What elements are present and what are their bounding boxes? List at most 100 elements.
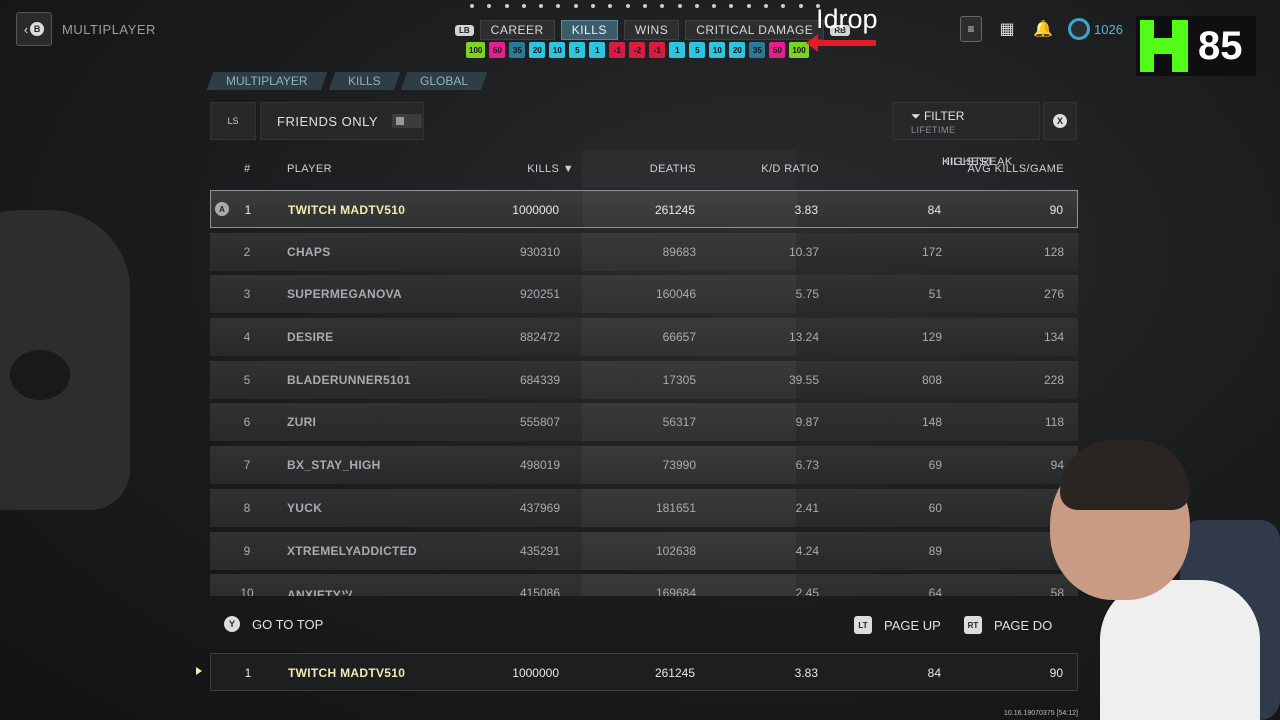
game-screen: ‹ B MULTIPLAYER LB CAREER KILLS WINS CRI… bbox=[0, 0, 1280, 720]
row-avg-kills: 276 bbox=[1043, 287, 1064, 302]
breadcrumb-multiplayer[interactable]: MULTIPLAYER bbox=[206, 72, 327, 90]
table-row[interactable]: A 1 TWITCH MADTV510 1000000 261245 3.83 84 90 bbox=[210, 190, 1078, 228]
rt-key-icon: RT bbox=[964, 616, 982, 634]
row-kd: 4.24 bbox=[795, 543, 819, 558]
row-player-name: ZURI bbox=[287, 415, 317, 430]
row-kills: 684339 bbox=[519, 372, 560, 387]
tab-career[interactable]: CAREER bbox=[479, 20, 555, 40]
row-kills: 415086 bbox=[519, 586, 560, 596]
friends-only-toggle[interactable]: FRIENDS ONLY bbox=[260, 102, 424, 140]
header-kills[interactable]: KILLS ▼ bbox=[527, 163, 574, 175]
ls-button[interactable]: LS bbox=[210, 102, 256, 140]
streamer-webcam bbox=[1040, 440, 1280, 720]
row-rank: 8 bbox=[243, 500, 251, 515]
row-avg-kills: 90 bbox=[1049, 203, 1063, 217]
row-deaths: 73990 bbox=[662, 458, 696, 473]
stat-tabs: LB CAREER KILLS WINS CRITICAL DAMAGE RB bbox=[455, 20, 850, 40]
header-player[interactable]: PLAYER bbox=[287, 163, 332, 175]
row-highest-killstreak: 148 bbox=[921, 415, 942, 430]
row-kills: 435291 bbox=[519, 543, 560, 558]
row-player-name: DESIRE bbox=[287, 330, 334, 345]
row-rank: 1 bbox=[244, 203, 252, 217]
chevron-left-icon: ‹ bbox=[23, 21, 29, 37]
row-deaths: 160046 bbox=[655, 287, 696, 302]
go-to-top-button[interactable]: Y GO TO TOP bbox=[224, 616, 323, 632]
kick-count: 85 bbox=[1198, 23, 1243, 68]
my-highest-killstreak: 84 bbox=[927, 666, 941, 680]
footer-controls: Y GO TO TOP LT PAGE UP RT PAGE DO bbox=[210, 606, 1078, 644]
table-row[interactable]: 6 ZURI 555807 56317 9.87 148 118 bbox=[210, 403, 1078, 442]
row-avg-kills: 134 bbox=[1043, 330, 1064, 345]
top-right-icons: ≡ ▦ 🔔 1026 bbox=[960, 16, 1123, 42]
row-kills: 930310 bbox=[519, 244, 560, 259]
filter-label: FILTER bbox=[923, 109, 965, 123]
page-up-button[interactable]: LT PAGE UP bbox=[854, 616, 941, 634]
grid-icon[interactable]: ▦ bbox=[996, 16, 1018, 42]
row-kills: 882472 bbox=[519, 330, 560, 345]
row-player-name: ANXIETYツ bbox=[287, 588, 354, 596]
row-highest-killstreak: 84 bbox=[927, 203, 941, 217]
toggle-switch[interactable] bbox=[392, 114, 423, 128]
row-avg-kills: 228 bbox=[1043, 372, 1064, 387]
breadcrumb-global[interactable]: GLOBAL bbox=[401, 72, 488, 90]
donation-chip: 1 bbox=[669, 42, 686, 58]
row-player-name: CHAPS bbox=[287, 244, 331, 259]
breadcrumb: MULTIPLAYER KILLS GLOBAL bbox=[206, 72, 488, 90]
table-row[interactable]: 5 BLADERUNNER5101 684339 17305 39.55 808 228 bbox=[210, 360, 1078, 399]
row-kd: 13.24 bbox=[788, 330, 819, 345]
header-deaths[interactable]: DEATHS bbox=[650, 163, 696, 175]
row-rank: 6 bbox=[243, 415, 251, 430]
donation-chip: 10 bbox=[709, 42, 726, 58]
row-highest-killstreak: 129 bbox=[921, 330, 942, 345]
row-player-name: BX_STAY_HIGH bbox=[287, 458, 381, 473]
table-row[interactable]: 3 SUPERMEGANOVA 920251 160046 5.75 51 276 bbox=[210, 275, 1078, 314]
donation-chip: 20 bbox=[529, 42, 546, 58]
row-kd: 2.45 bbox=[795, 586, 819, 596]
lb-key-icon: LB bbox=[455, 24, 474, 36]
ls-key-icon: LS bbox=[227, 116, 239, 126]
a-key-icon: A bbox=[215, 202, 229, 216]
friends-only-label: FRIENDS ONLY bbox=[277, 113, 379, 129]
table-row[interactable]: 2 CHAPS 930310 89683 10.37 172 128 bbox=[210, 232, 1078, 271]
row-rank: 2 bbox=[243, 244, 251, 259]
row-highest-killstreak: 808 bbox=[921, 372, 942, 387]
timecode: 10.16.19070375 [54:12] bbox=[1004, 710, 1078, 717]
table-row[interactable]: 7 BX_STAY_HIGH 498019 73990 6.73 69 94 bbox=[210, 446, 1078, 485]
row-player-name: SUPERMEGANOVA bbox=[287, 287, 403, 302]
bell-icon[interactable]: 🔔 bbox=[1032, 16, 1054, 42]
row-avg-kills: 128 bbox=[1043, 244, 1064, 259]
table-row[interactable]: 9 XTREMELYADDICTED 435291 102638 4.24 89 bbox=[210, 531, 1078, 570]
breadcrumb-kills[interactable]: KILLS bbox=[328, 72, 400, 90]
header-avg-kills[interactable]: AVG KILLS/GAME bbox=[968, 163, 1064, 175]
row-player-name: XTREMELYADDICTED bbox=[287, 543, 417, 558]
header-kd[interactable]: K/D RATIO bbox=[761, 163, 819, 175]
tab-wins[interactable]: WINS bbox=[623, 20, 680, 40]
cod-points[interactable]: 1026 bbox=[1068, 18, 1123, 40]
row-deaths: 261245 bbox=[654, 203, 695, 217]
table-row[interactable]: 4 DESIRE 882472 66657 13.24 129 134 bbox=[210, 318, 1078, 357]
menu-icon[interactable]: ≡ bbox=[960, 16, 982, 42]
row-rank: 3 bbox=[243, 287, 251, 302]
tab-critical-damage[interactable]: CRITICAL DAMAGE bbox=[685, 20, 825, 40]
clear-filter-button[interactable]: X bbox=[1043, 102, 1077, 140]
donation-chip: 5 bbox=[569, 42, 586, 58]
my-row-marker-icon bbox=[196, 667, 202, 675]
tab-kills[interactable]: KILLS bbox=[560, 20, 618, 40]
donation-chips: 100 50 35 20 10 5 1 -1 -2 -1 1 5 10 20 35 50 100 bbox=[466, 42, 809, 58]
donation-chip: -1 bbox=[649, 42, 666, 58]
my-player-row[interactable]: 1 TWITCH MADTV510 1000000 261245 3.83 84… bbox=[210, 653, 1078, 691]
points-ring-icon bbox=[1068, 18, 1090, 40]
row-kd: 10.37 bbox=[788, 244, 819, 259]
table-row[interactable]: 8 YUCK 437969 181651 2.41 60 bbox=[210, 488, 1078, 527]
donation-chip: 35 bbox=[749, 42, 766, 58]
row-avg-kills: 118 bbox=[1044, 415, 1064, 430]
back-button[interactable]: ‹ B bbox=[16, 12, 52, 46]
donation-chip: 50 bbox=[489, 42, 506, 58]
row-deaths: 102638 bbox=[655, 543, 696, 558]
x-key-icon: X bbox=[1053, 114, 1067, 128]
filter-button[interactable]: ⏷ FILTER LIFETIME bbox=[892, 102, 1040, 140]
table-row[interactable]: 10 ANXIETYツ 415086 169684 2.45 64 58 bbox=[210, 574, 1078, 596]
red-arrow-icon bbox=[806, 34, 876, 52]
my-deaths: 261245 bbox=[654, 666, 695, 680]
my-kd: 3.83 bbox=[794, 666, 818, 680]
